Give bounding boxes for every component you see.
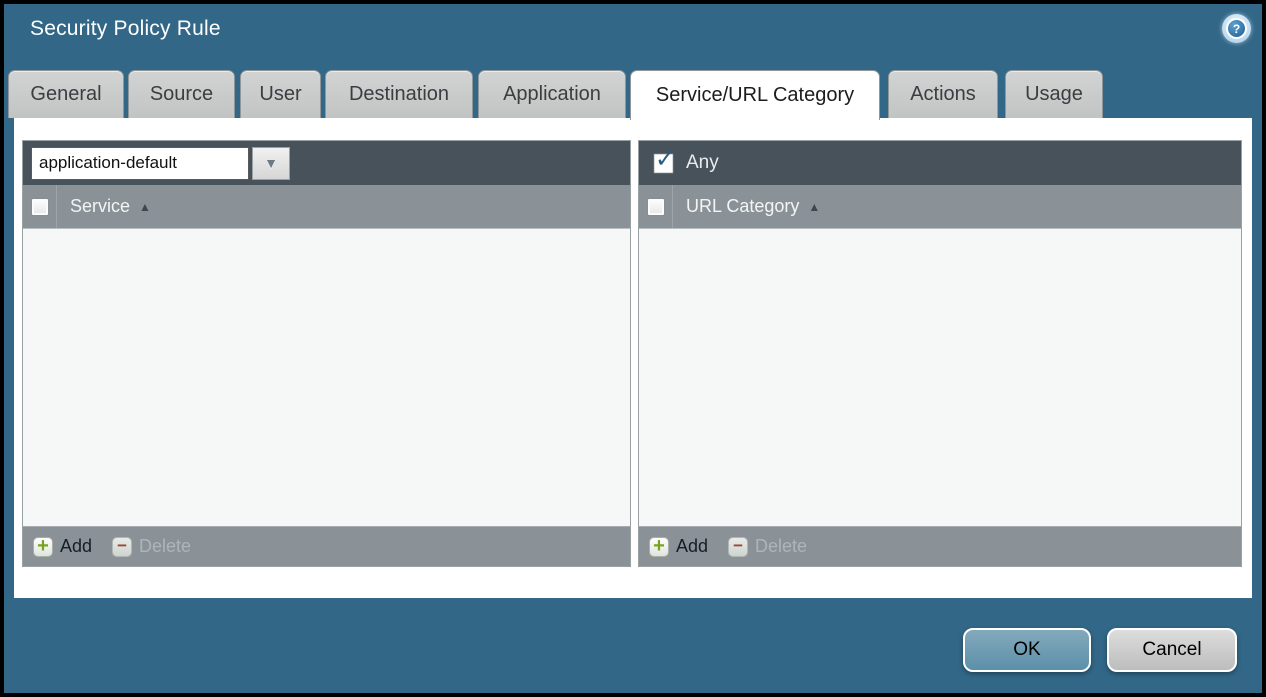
add-service-button[interactable]: + Add: [33, 536, 92, 557]
service-list[interactable]: [23, 229, 630, 526]
plus-icon: +: [649, 537, 669, 557]
delete-url-category-button[interactable]: − Delete: [728, 536, 807, 557]
help-button[interactable]: ?: [1222, 14, 1251, 43]
dialog-title: Security Policy Rule: [30, 17, 221, 41]
chevron-down-icon: ▼: [264, 156, 278, 170]
delete-service-button[interactable]: − Delete: [112, 536, 191, 557]
any-url-category-checkbox[interactable]: ✓: [653, 153, 674, 174]
service-select-all-cell: ✓: [23, 185, 57, 228]
tab-destination[interactable]: Destination: [325, 70, 473, 118]
tab-service-url-category[interactable]: Service/URL Category: [630, 70, 880, 120]
add-service-label: Add: [60, 536, 92, 557]
service-select-all-checkbox[interactable]: ✓: [31, 198, 49, 216]
sort-ascending-icon: ▲: [808, 200, 820, 214]
delete-service-label: Delete: [139, 536, 191, 557]
tab-usage[interactable]: Usage: [1005, 70, 1103, 118]
url-category-panel-toolbar: ✓ Any: [639, 141, 1241, 185]
ok-button[interactable]: OK: [963, 628, 1091, 672]
tab-bar: General Source User Destination Applicat…: [8, 70, 1103, 120]
sort-ascending-icon: ▲: [139, 200, 151, 214]
service-column-header-row: ✓ Service ▲: [23, 185, 630, 229]
cancel-button[interactable]: Cancel: [1107, 628, 1237, 672]
checkmark-icon: ✓: [655, 145, 675, 174]
url-category-panel: ✓ Any ✓ URL Category ▲ + Add −: [638, 140, 1242, 567]
tab-application[interactable]: Application: [478, 70, 626, 118]
add-url-category-button[interactable]: + Add: [649, 536, 708, 557]
url-category-select-all-cell: ✓: [639, 185, 673, 228]
security-policy-rule-dialog: Security Policy Rule ? General Source Us…: [0, 0, 1266, 697]
any-label: Any: [686, 152, 719, 174]
plus-icon: +: [33, 537, 53, 557]
tab-actions[interactable]: Actions: [888, 70, 998, 118]
service-type-dropdown-button[interactable]: ▼: [252, 147, 290, 180]
service-column-header[interactable]: Service: [70, 196, 130, 217]
service-panel: ▼ ✓ Service ▲ + Add −: [22, 140, 631, 567]
url-category-list[interactable]: [639, 229, 1241, 526]
help-icon: ?: [1226, 18, 1247, 39]
tab-general[interactable]: General: [8, 70, 124, 118]
delete-url-category-label: Delete: [755, 536, 807, 557]
service-panel-footer: + Add − Delete: [23, 526, 630, 566]
minus-icon: −: [112, 537, 132, 557]
url-category-panel-footer: + Add − Delete: [639, 526, 1241, 566]
url-category-column-header-row: ✓ URL Category ▲: [639, 185, 1241, 229]
service-type-input[interactable]: [31, 147, 249, 180]
service-panel-toolbar: ▼: [23, 141, 630, 185]
add-url-category-label: Add: [676, 536, 708, 557]
url-category-select-all-checkbox[interactable]: ✓: [647, 198, 665, 216]
minus-icon: −: [728, 537, 748, 557]
tab-user[interactable]: User: [240, 70, 321, 118]
tab-source[interactable]: Source: [128, 70, 235, 118]
url-category-column-header[interactable]: URL Category: [686, 196, 799, 217]
